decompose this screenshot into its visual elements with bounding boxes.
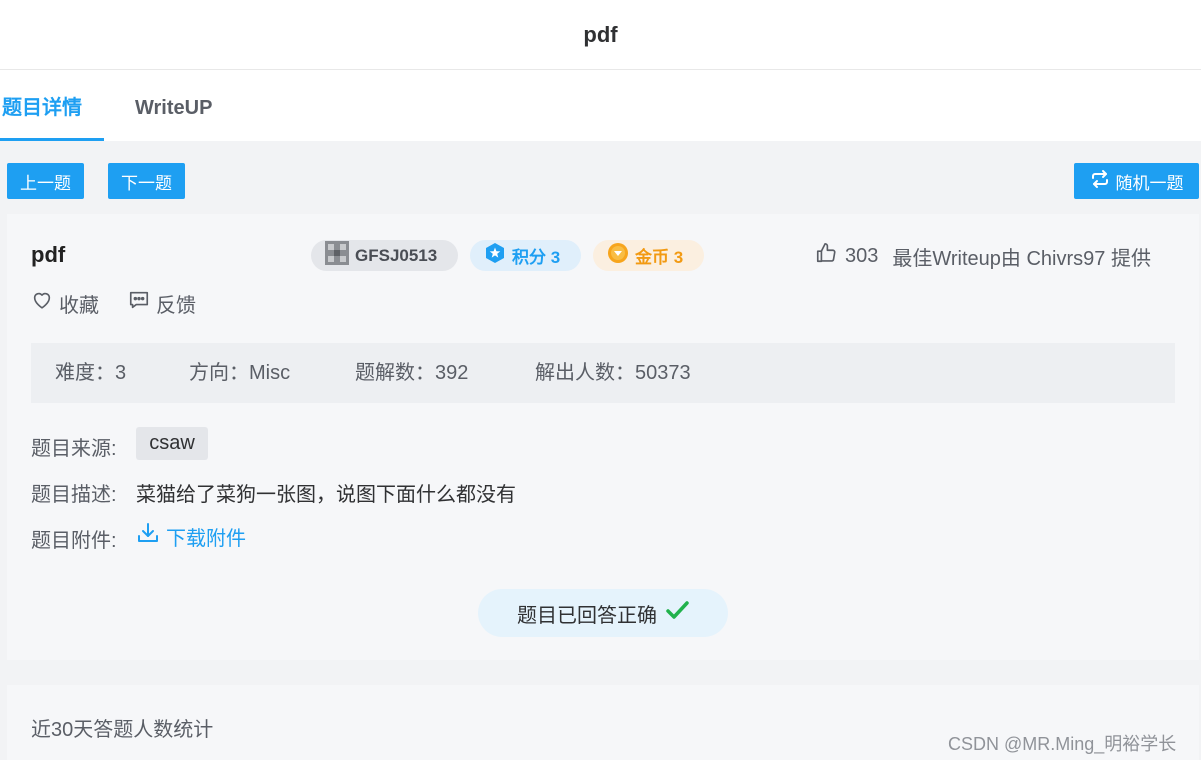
answered-text: 题目已回答正确 <box>517 604 657 627</box>
challenge-title: pdf <box>31 242 66 267</box>
challenge-id-badge: GFSJ0513 <box>311 240 458 271</box>
heart-icon <box>31 289 53 317</box>
message-icon <box>128 289 150 317</box>
watermark: CSDN @MR.Ming_明裕学长 <box>948 734 1177 754</box>
tab-bar: 题目详情 WriteUP <box>0 70 1201 141</box>
favorite-button[interactable]: 收藏 <box>31 288 99 318</box>
source-tag: csaw <box>136 427 208 460</box>
like-count: 303 <box>845 244 879 267</box>
feedback-label: 反馈 <box>156 294 196 317</box>
coin-badge: 金币 3 <box>593 240 704 271</box>
random-question-button[interactable]: 随机一题 <box>1074 163 1199 199</box>
next-question-button[interactable]: 下一题 <box>108 163 185 199</box>
coin-icon <box>607 242 629 269</box>
stat-direction: 方向：Misc <box>189 362 291 384</box>
like-area: 303 最佳Writeup由 Chivrs97 提供 <box>815 242 1151 270</box>
download-icon <box>136 521 160 551</box>
favorite-label: 收藏 <box>59 294 99 317</box>
download-attachment-link[interactable]: 下载附件 <box>136 522 246 550</box>
download-label: 下载附件 <box>166 527 246 550</box>
avatar-icon <box>325 241 349 270</box>
page-header: pdf <box>0 0 1201 70</box>
description-text: 菜猫给了菜狗一张图，说图下面什么都没有 <box>136 484 516 506</box>
thumbs-up-icon[interactable] <box>815 242 837 270</box>
repeat-icon <box>1090 169 1110 194</box>
score-label: 积分 3 <box>512 248 561 267</box>
tab-writeup[interactable]: WriteUP <box>135 70 212 141</box>
stats-section-title: 近30天答题人数统计 <box>31 719 214 741</box>
page-title: pdf <box>583 21 618 47</box>
random-question-label: 随机一题 <box>1115 173 1184 193</box>
coin-label: 金币 3 <box>635 248 684 267</box>
stat-difficulty: 难度：3 <box>55 362 127 384</box>
stat-solvers: 解出人数：50373 <box>535 362 691 384</box>
tab-challenge-detail[interactable]: 题目详情 <box>0 70 104 141</box>
source-label: 题目来源: <box>31 438 117 460</box>
prev-question-button[interactable]: 上一题 <box>7 163 84 199</box>
answered-correct-badge: 题目已回答正确 <box>478 589 728 637</box>
description-label: 题目描述: <box>31 484 117 506</box>
feedback-button[interactable]: 反馈 <box>128 288 196 318</box>
challenge-id: GFSJ0513 <box>355 245 438 265</box>
attachment-label: 题目附件: <box>31 530 117 552</box>
stats-bar: 难度：3 方向：Misc 题解数：392 解出人数：50373 <box>31 343 1175 403</box>
score-badge: 积分 3 <box>470 240 581 271</box>
stat-solutions: 题解数：392 <box>355 362 469 384</box>
check-icon <box>665 598 689 628</box>
best-writeup-text: 最佳Writeup由 Chivrs97 提供 <box>892 247 1151 270</box>
star-icon <box>484 242 506 269</box>
